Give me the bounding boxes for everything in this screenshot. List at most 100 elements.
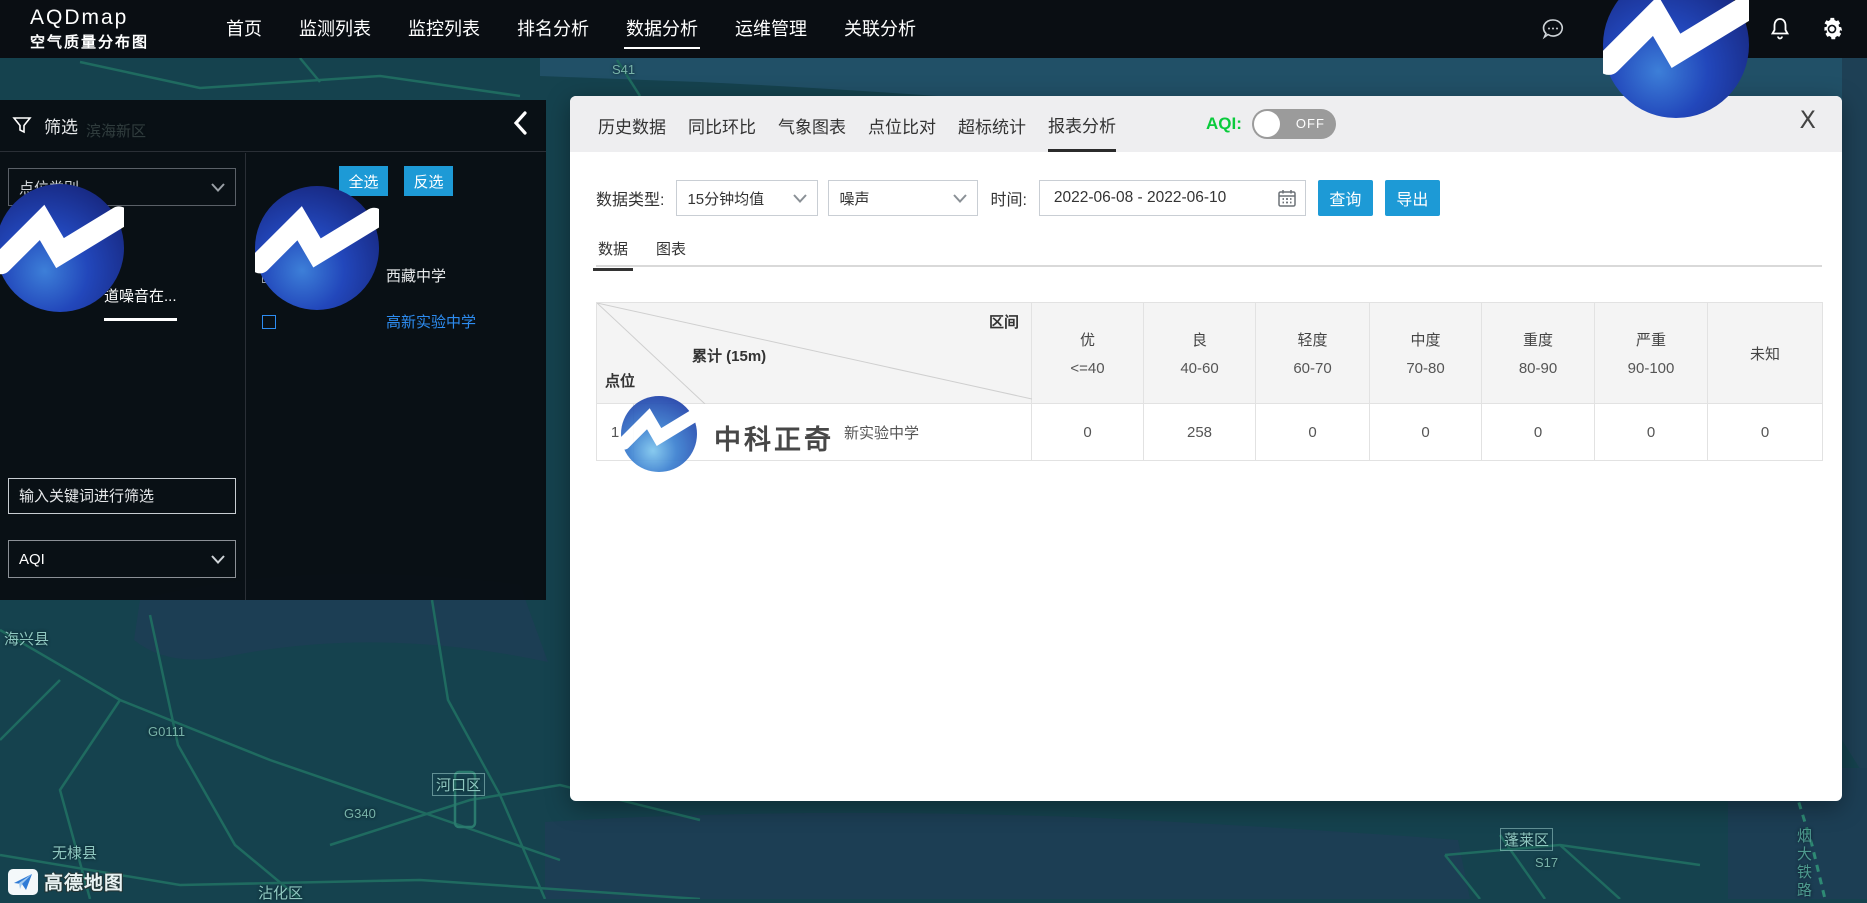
row-value-good: 258 [1144,404,1256,461]
bell-icon[interactable] [1767,16,1793,42]
table-row: 1 新实验中学 0 258 0 0 0 0 0 [597,404,1823,461]
nav-item-monitor-list[interactable]: 监测列表 [297,9,373,49]
row-value-excellent: 0 [1032,404,1144,461]
report-table: 区间 累计 (15m) 点位 优<=40 良40-60 轻度60-70 中度70… [596,302,1823,461]
site-checkbox-item[interactable]: 西藏中学 [262,265,446,286]
tab-weather-charts[interactable]: 气象图表 [778,98,846,150]
tab-site-comparison[interactable]: 点位比对 [868,98,936,150]
map-label-penglaiqu: 蓬莱区 [1500,828,1553,851]
data-type-label: 数据类型: [596,186,664,210]
nav-item-ranking-analysis[interactable]: 排名分析 [515,9,591,49]
aqi-metric-dropdown[interactable]: AQI [8,540,236,578]
map-label-hekouqu: 河口区 [432,773,485,796]
aqi-toggle-label: AQI: [1206,114,1242,134]
map-label-g340: G340 [344,806,376,821]
close-panel-button[interactable]: X [1800,106,1816,134]
collapse-sidebar-icon[interactable] [512,110,528,141]
map-label-haixingxian: 海兴县 [4,628,49,649]
app-logo[interactable]: AQDmap 空气质量分布图 [30,6,200,52]
row-value-moderate: 0 [1370,404,1482,461]
corner-label-cumulative: 累计 (15m) [692,345,766,366]
select-all-button[interactable]: 全选 [339,166,388,196]
column-header-moderate: 中度70-80 [1370,303,1482,404]
column-header-excellent: 优<=40 [1032,303,1144,404]
row-index: 1 [597,404,634,461]
point-category-value: 点位类别 [19,177,79,198]
table-corner-cell: 区间 累计 (15m) 点位 [597,303,1032,404]
map-label-zhanhuaqu: 沾化区 [258,882,303,903]
nav-item-home[interactable]: 首页 [224,9,264,49]
sidebar-header: 筛选 [0,100,546,152]
nav-item-ops-management[interactable]: 运维管理 [733,9,809,49]
chevron-down-icon [211,183,225,192]
report-filter-row: 数据类型: 15分钟均值 噪声 时间: 2022-06-08 - 2022-06… [570,180,1842,216]
site-checkbox-item[interactable]: 高新实验中学 [262,311,476,332]
nav-right-area: 您好! [1540,16,1845,42]
noise-type-tab[interactable]: 道噪音在... [104,285,177,321]
map-label-s41: S41 [612,62,635,77]
row-value-severe: 0 [1595,404,1708,461]
calendar-icon[interactable] [1277,188,1297,208]
column-header-heavy: 重度80-90 [1482,303,1595,404]
nav-item-surveillance-list[interactable]: 监控列表 [406,9,482,49]
top-navbar: AQDmap 空气质量分布图 首页 监测列表 监控列表 排名分析 数据分析 运维… [0,0,1867,58]
panel-tab-bar: 历史数据 同比环比 气象图表 点位比对 超标统计 报表分析 AQI: OFF [570,96,1842,152]
date-range-input[interactable]: 2022-06-08 - 2022-06-10 [1039,180,1306,216]
chevron-down-icon [211,555,225,564]
row-value-light: 0 [1256,404,1370,461]
app-subtitle: 空气质量分布图 [30,31,200,52]
map-label-g0111: G0111 [148,724,185,739]
subtab-divider [596,265,1822,267]
aqi-metric-value: AQI [19,551,45,568]
time-range-label: 时间: [990,186,1026,210]
map-label-s17: S17 [1535,855,1558,870]
toggle-state-label: OFF [1296,116,1325,131]
chat-icon[interactable] [1540,16,1566,42]
map-attribution: 高德地图 [8,868,124,895]
date-range-value: 2022-06-08 - 2022-06-10 [1054,189,1226,207]
map-label-wudixian: 无棣县 [52,842,97,863]
tab-history-data[interactable]: 历史数据 [598,98,666,150]
column-header-unknown: 未知 [1708,303,1823,404]
gear-icon[interactable] [1819,16,1845,42]
aqi-toggle-group: AQI: OFF [1206,109,1336,139]
toggle-knob [1254,111,1280,137]
row-value-unknown: 0 [1708,404,1823,461]
tab-report-analysis[interactable]: 报表分析 [1048,97,1116,152]
map-label-yandatielu: 烟大铁路 [1793,828,1814,900]
aqi-toggle-switch[interactable]: OFF [1252,109,1336,139]
sidebar-left-column: 点位类别 道噪音在... AQI [0,153,246,600]
app-title: AQDmap [30,6,200,30]
nav-item-data-analysis[interactable]: 数据分析 [624,9,700,49]
interval-value: 15分钟均值 [687,188,764,209]
row-site-name: 新实验中学 [634,404,1032,461]
invert-selection-button[interactable]: 反选 [404,166,453,196]
query-button[interactable]: 查询 [1318,180,1373,216]
row-value-heavy: 0 [1482,404,1595,461]
map-attribution-text: 高德地图 [44,868,124,895]
column-header-severe: 严重90-100 [1595,303,1708,404]
tab-exceedance-stats[interactable]: 超标统计 [958,98,1026,150]
nav-item-correlation-analysis[interactable]: 关联分析 [842,9,918,49]
map-label-binhaixinqu: 滨海新区 [86,120,146,141]
column-header-good: 良40-60 [1144,303,1256,404]
export-button[interactable]: 导出 [1385,180,1440,216]
funnel-icon [12,116,32,136]
corner-label-site: 点位 [605,370,635,391]
amap-logo-icon [8,869,38,895]
filter-sidebar: 筛选 点位类别 道噪音在... AQI 全选 反选 西藏中学 [0,100,546,600]
tab-yoy-mom[interactable]: 同比环比 [688,98,756,150]
chevron-down-icon [953,194,967,203]
checkbox-checked-icon[interactable] [262,315,276,329]
keyword-filter-input[interactable] [8,478,236,514]
data-analysis-panel: 历史数据 同比环比 气象图表 点位比对 超标统计 报表分析 AQI: OFF X… [570,96,1842,801]
column-header-light: 轻度60-70 [1256,303,1370,404]
metric-dropdown[interactable]: 噪声 [828,180,978,216]
interval-dropdown[interactable]: 15分钟均值 [676,180,818,216]
checkbox-unchecked-icon[interactable] [262,269,276,283]
sidebar-title: 筛选 [44,113,78,138]
sidebar-right-column: 全选 反选 西藏中学 高新实验中学 [247,153,546,600]
user-greeting: 您好! [1702,17,1741,42]
corner-label-range: 区间 [989,311,1019,332]
point-category-dropdown[interactable]: 点位类别 [8,168,236,206]
